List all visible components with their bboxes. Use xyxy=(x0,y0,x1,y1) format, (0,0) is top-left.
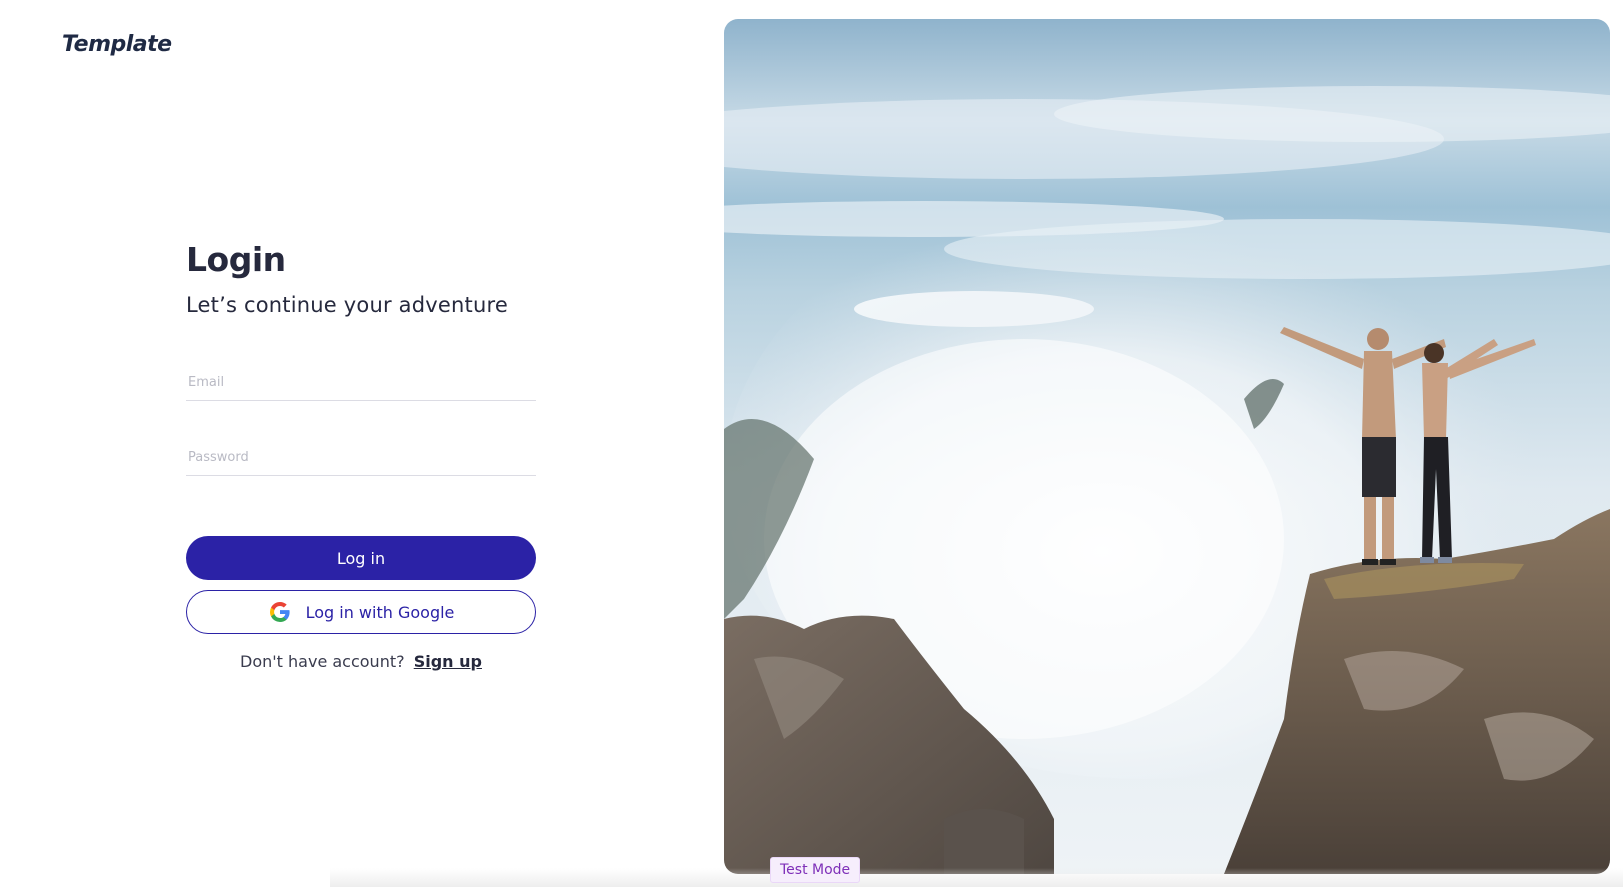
hero-image xyxy=(724,19,1610,874)
bottom-shadow xyxy=(330,868,1623,887)
signup-row: Don't have account? Sign up xyxy=(186,652,536,671)
login-page: Template Login Let’s continue your adven… xyxy=(0,0,1623,887)
email-field-wrapper xyxy=(186,362,540,401)
login-form: Login Let’s continue your adventure Log … xyxy=(186,240,540,671)
test-mode-badge: Test Mode xyxy=(770,857,861,883)
signup-prompt: Don't have account? xyxy=(240,652,405,671)
password-field[interactable] xyxy=(186,449,540,465)
email-field[interactable] xyxy=(186,374,540,390)
signup-link[interactable]: Sign up xyxy=(414,652,482,671)
page-title: Login xyxy=(186,240,286,279)
password-field-wrapper xyxy=(186,437,540,476)
page-subtitle: Let’s continue your adventure xyxy=(186,293,508,317)
google-button-label: Log in with Google xyxy=(305,602,455,622)
login-button[interactable]: Log in xyxy=(186,536,536,580)
brand-logo[interactable]: Template xyxy=(62,32,172,57)
google-login-button[interactable]: Log in with Google xyxy=(186,590,536,634)
google-icon xyxy=(268,600,292,624)
